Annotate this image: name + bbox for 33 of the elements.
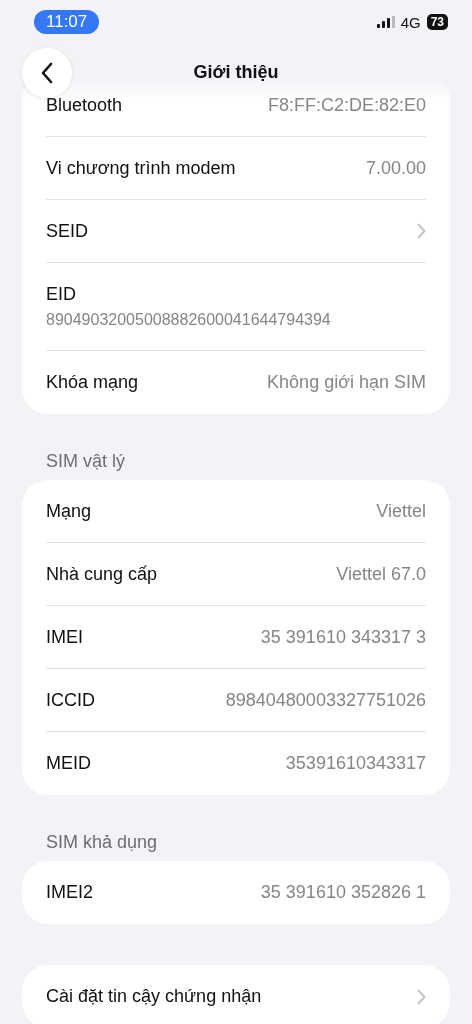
status-time: 11:07: [34, 10, 100, 34]
row-value: Viettel: [376, 500, 426, 522]
row-value: 89840480003327751026: [225, 689, 426, 711]
settings-row[interactable]: SEID: [46, 200, 426, 263]
row-label: IMEI: [46, 626, 83, 648]
back-icon: [41, 62, 53, 84]
chevron-icon: [417, 223, 426, 239]
row-value: 7.00.00: [365, 157, 426, 179]
row-value: 35 391610 343317 3: [260, 626, 426, 648]
row-value: Viettel 67.0: [336, 563, 426, 585]
row-label: Bluetooth: [46, 94, 123, 116]
nav-title: Giới thiệu: [193, 61, 279, 83]
chevron-icon: [417, 988, 426, 1005]
row-value: 35391610343317: [285, 753, 426, 774]
section-header: SIM vật lý: [45, 450, 126, 473]
row-value: F8:FF:C2:DE:82:E0: [267, 94, 426, 116]
battery-indicator: 73: [426, 14, 448, 30]
signal-icon: [376, 16, 395, 28]
row-value: Không giới hạn SIM: [267, 372, 426, 393]
back-button[interactable]: [22, 48, 72, 98]
row-label: IMEI2: [46, 882, 93, 903]
network-label: 4G: [400, 13, 421, 31]
section-header: SIM khả dụng: [45, 831, 159, 854]
row-value: 89049032005008882600041644794394: [46, 311, 331, 329]
settings-row[interactable]: Cài đặt tin cậy chứng nhận: [46, 965, 426, 1024]
row-label: Vi chương trình modem: [46, 157, 236, 179]
row-label: ICCID: [46, 689, 95, 711]
row-label: Khóa mạng: [46, 372, 139, 393]
row-label: Nhà cung cấp: [46, 563, 158, 585]
row-label: Mạng: [46, 500, 92, 522]
row-label: EID: [46, 284, 76, 305]
row-label: MEID: [46, 753, 91, 774]
row-value: 35 391610 352826 1: [260, 882, 426, 903]
